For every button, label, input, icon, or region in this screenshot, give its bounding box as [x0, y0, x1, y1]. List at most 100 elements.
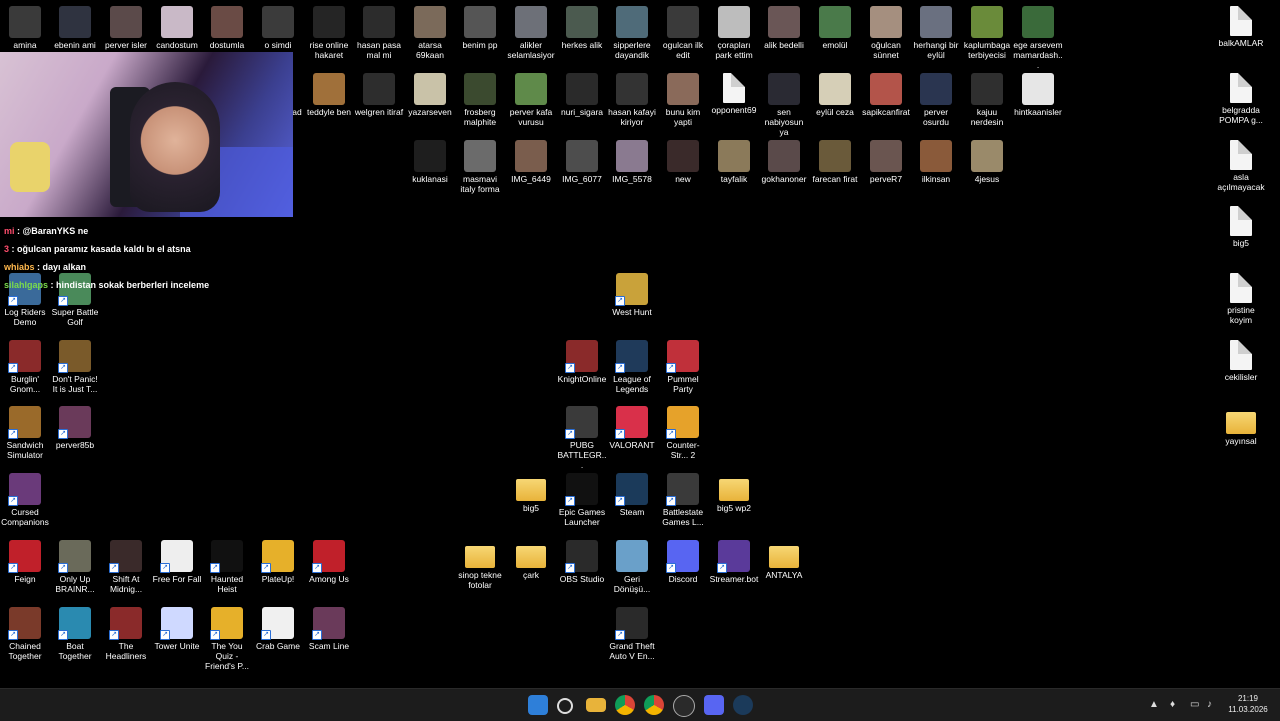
volume-icon[interactable]: ♪	[1207, 699, 1212, 710]
desktop-icon[interactable]: ↗ VALORANT	[607, 406, 657, 450]
desktop-icon[interactable]: sinop tekne fotolar	[455, 540, 505, 590]
desktop-icon[interactable]: cekilisler	[1216, 340, 1266, 382]
desktop-icon[interactable]: ↗ Haunted Heist	[202, 540, 252, 594]
search-icon[interactable]	[557, 698, 573, 714]
desktop-icon[interactable]: ↗ Discord	[658, 540, 708, 584]
desktop-icon[interactable]: Geri Dönüşü...	[607, 540, 657, 594]
desktop-icon[interactable]: yazarseven	[405, 73, 455, 117]
desktop-icon[interactable]: new	[658, 140, 708, 184]
desktop-icon[interactable]: hasan kafayi kiriyor	[607, 73, 657, 127]
desktop-icon[interactable]: amina	[0, 6, 50, 50]
desktop-icon[interactable]: ogulcan ilk edit	[658, 6, 708, 60]
desktop-icon[interactable]: masmavi italy forma	[455, 140, 505, 194]
desktop-icon[interactable]: atarsa 69kaan	[405, 6, 455, 60]
desktop-icon[interactable]: ↗ Only Up BRAINR...	[50, 540, 100, 594]
desktop-icon[interactable]: ↗ Counter-Str... 2	[658, 406, 708, 460]
desktop-icon[interactable]: oğulcan sünnet	[861, 6, 911, 60]
desktop-icon[interactable]: big5 wp2	[709, 473, 759, 513]
desktop-icon[interactable]: ↗ Cursed Companions	[0, 473, 50, 527]
desktop-icon[interactable]: alik bedelli	[759, 6, 809, 50]
desktop-icon[interactable]: kajuu nerdesin	[962, 73, 1012, 127]
desktop-icon[interactable]: ege arsevem mamardash...	[1013, 6, 1063, 70]
desktop-icon[interactable]: ↗ Streamer.bot	[709, 540, 759, 584]
desktop-icon[interactable]: ANTALYA	[759, 540, 809, 580]
desktop-icon[interactable]: sen nabiyosun ya	[759, 73, 809, 137]
desktop-icon[interactable]: ↗ The You Quiz - Friend's P...	[202, 607, 252, 671]
desktop-icon[interactable]: emolül	[810, 6, 860, 50]
file-explorer-icon[interactable]	[586, 698, 606, 712]
desktop-icon[interactable]: herhangi bir eylül	[911, 6, 961, 60]
desktop-icon[interactable]: farecan firat	[810, 140, 860, 184]
desktop-icon[interactable]: hasan pasa mal mi	[354, 6, 404, 60]
desktop-icon[interactable]: ebenin ami	[50, 6, 100, 50]
start-icon[interactable]	[528, 695, 548, 715]
desktop-icon[interactable]: perver isler	[101, 6, 151, 50]
desktop-icon[interactable]: çark	[506, 540, 556, 580]
taskbar-clock[interactable]: 21:19 11.03.2026	[1222, 693, 1274, 715]
desktop-icon[interactable]: ↗ Grand Theft Auto V En...	[607, 607, 657, 661]
desktop-icon[interactable]: ↗ PlateUp!	[253, 540, 303, 584]
desktop-icon[interactable]: ↗ Free For Fall	[152, 540, 202, 584]
desktop-icon[interactable]: ↗ Boat Together	[50, 607, 100, 661]
desktop-icon[interactable]: kaplumbaga terbiyecisi	[962, 6, 1012, 60]
desktop-icon[interactable]: ↗ Epic Games Launcher	[557, 473, 607, 527]
desktop-icon[interactable]: ↗ Chained Together	[0, 607, 50, 661]
desktop-icon[interactable]: frosberg malphite	[455, 73, 505, 127]
desktop-icon[interactable]: teddyle ben	[304, 73, 354, 117]
desktop-icon[interactable]: balkAMLAR	[1216, 6, 1266, 48]
desktop-icon[interactable]: perveR7	[861, 140, 911, 184]
desktop-icon[interactable]: IMG_6449	[506, 140, 556, 184]
desktop-icon[interactable]: sapikcanfirat	[861, 73, 911, 117]
desktop-icon[interactable]: welgren itiraf	[354, 73, 404, 117]
desktop-icon[interactable]: opponent69	[709, 73, 759, 115]
desktop-icon[interactable]: tayfalik	[709, 140, 759, 184]
desktop-icon[interactable]: IMG_6077	[557, 140, 607, 184]
desktop-icon[interactable]: big5	[1216, 206, 1266, 248]
desktop-icon[interactable]: sipperlere dayandik	[607, 6, 657, 60]
chrome-icon[interactable]	[615, 695, 635, 715]
desktop-icon[interactable]: perver kafa vurusu	[506, 73, 556, 127]
desktop-icon[interactable]: kuklanasi	[405, 140, 455, 184]
microphone-icon[interactable]: ♦	[1170, 699, 1175, 710]
desktop-icon[interactable]: ↗ PUBG BATTLEGR...	[557, 406, 607, 470]
desktop-icon[interactable]: perver osurdu	[911, 73, 961, 127]
tray-chevron-icon[interactable]: ▲	[1149, 699, 1159, 710]
desktop-icon[interactable]: ↗ Pummel Party	[658, 340, 708, 394]
desktop-icon[interactable]: belgradda POMPA g...	[1216, 73, 1266, 125]
desktop-icon[interactable]: ↗ Battlestate Games L...	[658, 473, 708, 527]
chrome-profile-icon[interactable]	[644, 695, 664, 715]
desktop-icon[interactable]: ↗ Burglin' Gnom...	[0, 340, 50, 394]
desktop-icon[interactable]: alikler selamlasiyor	[506, 6, 556, 60]
desktop-icon[interactable]: gokhanoner	[759, 140, 809, 184]
desktop-icon[interactable]: IMG_5578	[607, 140, 657, 184]
steam-icon[interactable]	[733, 695, 753, 715]
desktop-icon[interactable]: hintkaanisler	[1013, 73, 1063, 117]
obs-icon[interactable]	[673, 695, 695, 717]
desktop-icon[interactable]: eylül ceza	[810, 73, 860, 117]
desktop-icon[interactable]: ↗ Shift At Midnig...	[101, 540, 151, 594]
desktop-icon[interactable]: ↗ OBS Studio	[557, 540, 607, 584]
desktop-icon[interactable]: ↗ Crab Game	[253, 607, 303, 651]
network-icon[interactable]: ▭	[1190, 699, 1199, 710]
desktop-icon[interactable]: ↗ The Headliners	[101, 607, 151, 661]
desktop-icon[interactable]: big5	[506, 473, 556, 513]
desktop-icon[interactable]: asla açılmayacak	[1216, 140, 1266, 192]
desktop-icon[interactable]: ↗ West Hunt	[607, 273, 657, 317]
desktop-icon[interactable]: ↗ perver85b	[50, 406, 100, 450]
desktop-icon[interactable]: pristine koyim	[1216, 273, 1266, 325]
desktop-icon[interactable]: 4jesus	[962, 140, 1012, 184]
desktop-icon[interactable]: ↗ Sandwich Simulator	[0, 406, 50, 460]
desktop-icon[interactable]: yayınsal	[1216, 406, 1266, 446]
desktop-icon[interactable]: rise online hakaret	[304, 6, 354, 60]
desktop-icon[interactable]: ↗ Scam Line	[304, 607, 354, 651]
desktop-icon[interactable]: herkes alik	[557, 6, 607, 50]
desktop-icon[interactable]: ↗ Don't Panic! It is Just T...	[50, 340, 100, 394]
desktop-icon[interactable]: ilkinsan	[911, 140, 961, 184]
desktop-icon[interactable]: çorapları park ettim	[709, 6, 759, 60]
desktop-icon[interactable]: ↗ Tower Unite	[152, 607, 202, 651]
desktop-icon[interactable]: dostumla	[202, 6, 252, 50]
desktop-icon[interactable]: benim pp	[455, 6, 505, 50]
desktop-icon[interactable]: ↗ Among Us	[304, 540, 354, 584]
discord-icon[interactable]	[704, 695, 724, 715]
desktop-icon[interactable]: ↗ League of Legends	[607, 340, 657, 394]
